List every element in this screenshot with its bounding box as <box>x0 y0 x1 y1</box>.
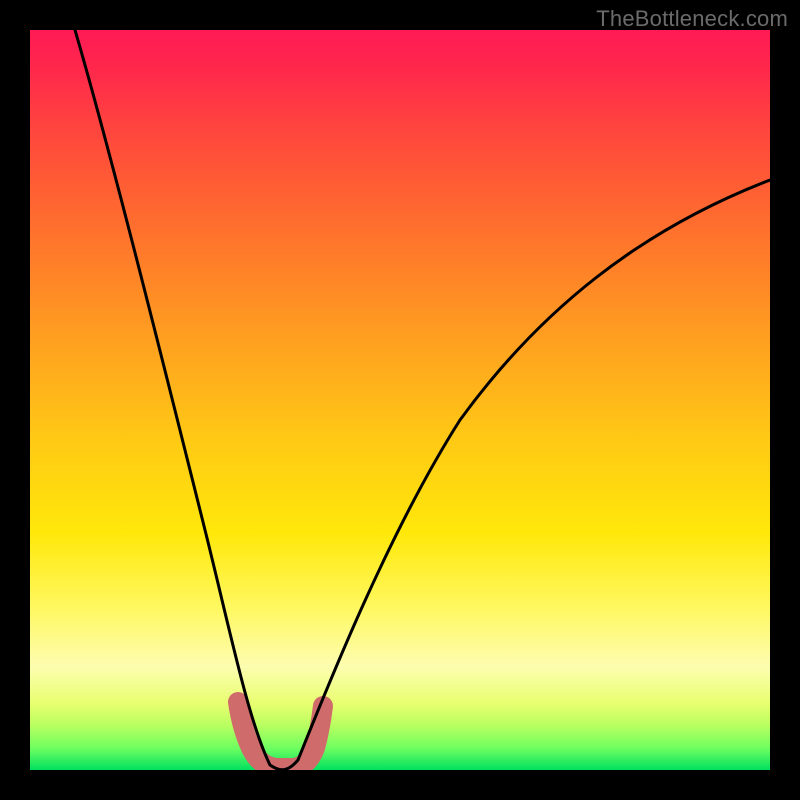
chart-frame: TheBottleneck.com <box>0 0 800 800</box>
bottleneck-curve <box>75 30 770 770</box>
chart-svg <box>30 30 770 770</box>
watermark-text: TheBottleneck.com <box>596 6 788 32</box>
plot-area <box>30 30 770 770</box>
